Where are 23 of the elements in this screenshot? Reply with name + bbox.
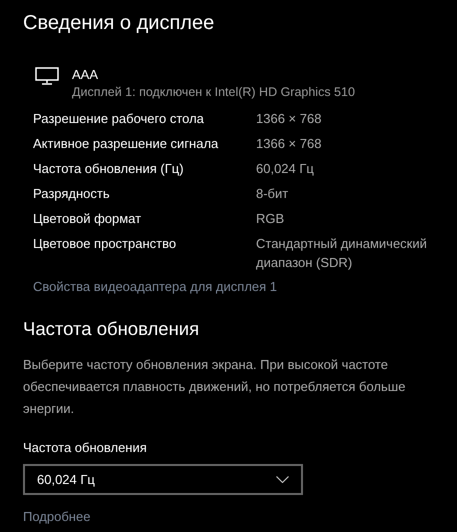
property-value: 1366 × 768 (256, 110, 322, 128)
property-label: Разрядность (33, 185, 111, 203)
property-label: Активное разрешение сигнала (33, 135, 220, 153)
adapter-properties-link[interactable]: Свойства видеоадаптера для дисплея 1 (33, 279, 278, 294)
monitor-icon (35, 67, 59, 85)
page-title: Сведения о дисплее (23, 11, 216, 36)
property-value: Стандартный динамический диапазон (SDR) (256, 235, 428, 272)
property-label: Цветовой формат (33, 210, 142, 228)
property-value: RGB (256, 210, 286, 228)
property-label: Разрешение рабочего стола (33, 110, 205, 128)
display-name: AAA (72, 67, 100, 82)
property-value: 8-бит (256, 185, 290, 203)
property-label: Цветовое пространство (33, 235, 178, 253)
refresh-rate-dropdown[interactable]: 60,024 Гц (23, 464, 303, 495)
chevron-down-icon (276, 476, 289, 483)
display-subtitle: Дисплей 1: подключен к Intel(R) HD Graphics 510 (72, 85, 355, 99)
section-heading: Частота обновления (23, 318, 200, 340)
property-value: 1366 × 768 (256, 135, 322, 153)
more-info-link[interactable]: Подробнее (23, 509, 90, 524)
section-description: Выберите частоту обновления экрана. При высокой частоте обеспечивается плавность движений, но потребляется больше энергии. (23, 356, 406, 418)
property-label: Частота обновления (Гц) (33, 160, 185, 178)
dropdown-label: Частота обновления (23, 440, 148, 455)
property-value: 60,024 Гц (256, 160, 315, 178)
